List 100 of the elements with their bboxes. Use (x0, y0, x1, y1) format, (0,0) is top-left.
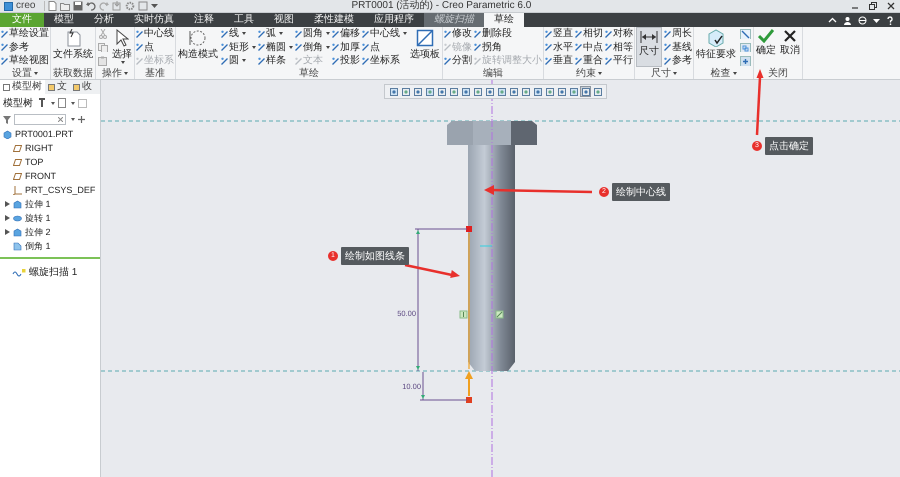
ribbon-button[interactable]: 参考 (1, 40, 49, 54)
ribbon-button[interactable]: 样条 (258, 54, 293, 68)
ribbon-button[interactable]: 中点 (575, 40, 603, 54)
view-tool-button[interactable] (532, 86, 543, 97)
regenerate-icon[interactable] (112, 1, 122, 11)
ribbon-button[interactable]: 特征要求 (695, 27, 737, 67)
view-tool-button[interactable] (460, 86, 471, 97)
tree-item[interactable]: FRONT (0, 169, 100, 183)
ribbon-button[interactable]: 水平 (545, 40, 573, 54)
ribbon-button[interactable]: 中心线 (362, 27, 407, 40)
restore-icon[interactable] (868, 1, 878, 11)
view-tool-button[interactable] (592, 86, 603, 97)
ribbon-tab[interactable]: 应用程序 (364, 13, 424, 27)
ribbon-button[interactable]: 点 (136, 40, 174, 54)
ribbon-button[interactable]: 坐标系 (362, 54, 407, 68)
ribbon-tab[interactable]: 柔性建模 (304, 13, 364, 27)
ribbon-button[interactable]: 投影 (332, 54, 360, 68)
view-tool-button[interactable] (544, 86, 555, 97)
constraint-icon[interactable] (460, 310, 468, 318)
view-tool-button[interactable] (412, 86, 423, 97)
group-menu-button[interactable]: 尺寸 (636, 68, 692, 79)
ribbon-button[interactable]: 草绘视图 (1, 54, 49, 68)
view-tool-button[interactable] (568, 86, 579, 97)
ribbon-button[interactable]: 圆角 (295, 27, 330, 40)
gear-icon[interactable] (125, 1, 136, 11)
filter-icon[interactable] (3, 116, 11, 124)
tree-item[interactable]: 拉伸 2 (0, 225, 100, 239)
tool-icon[interactable] (38, 98, 46, 108)
ribbon-button[interactable]: 修改 (444, 27, 472, 40)
ribbon-button[interactable]: 相切 (575, 27, 603, 40)
ribbon-button[interactable]: 矩形 (221, 40, 256, 54)
expand-arrow-icon[interactable] (5, 201, 10, 207)
tree-item[interactable]: 螺旋扫描 1 (0, 265, 100, 279)
view-tool-button[interactable] (484, 86, 495, 97)
view-tool-button[interactable] (424, 86, 435, 97)
tree-item[interactable]: PRT_CSYS_DEF (0, 183, 100, 197)
insert-marker[interactable] (0, 257, 100, 259)
ribbon-button[interactable]: 相等 (605, 40, 633, 54)
ribbon-button[interactable]: 文件系统 (52, 27, 94, 67)
tree-item[interactable]: TOP (0, 155, 100, 169)
ribbon-button[interactable]: 偏移 (332, 27, 360, 40)
ribbon-tab[interactable]: 实时仿真 (124, 13, 184, 27)
ribbon-tab[interactable]: 模型 (44, 13, 84, 27)
view-tool-button[interactable] (496, 86, 507, 97)
ribbon-button[interactable]: 确定 (755, 27, 777, 67)
clear-icon[interactable] (58, 117, 63, 122)
ribbon-button[interactable]: 构造模式 (177, 27, 219, 67)
ribbon-button[interactable]: 中心线 (136, 27, 174, 40)
scissors-icon[interactable] (98, 29, 108, 39)
ribbon-tab[interactable]: 草绘 (484, 13, 524, 27)
view-tool-button[interactable] (580, 86, 591, 97)
tree-item[interactable]: RIGHT (0, 141, 100, 155)
tree-item[interactable]: 倒角 1 (0, 239, 100, 253)
window-icon[interactable] (138, 1, 148, 11)
view-tool-button[interactable] (556, 86, 567, 97)
ribbon-button[interactable]: 基线 (664, 40, 692, 54)
document-icon[interactable] (58, 98, 66, 108)
person-icon[interactable] (843, 16, 852, 24)
panel-tab[interactable]: 收 (70, 80, 95, 94)
new-file-icon[interactable] (48, 1, 58, 11)
close-icon[interactable] (886, 1, 896, 11)
ribbon-tab[interactable]: 视图 (264, 13, 304, 27)
ribbon-button[interactable]: 平行 (605, 54, 633, 68)
expand-arrow-icon[interactable] (5, 215, 10, 221)
group-menu-button[interactable]: 设置 (1, 68, 49, 79)
ribbon-button[interactable]: 垂直 (545, 54, 573, 68)
ribbon-button[interactable]: 参考 (664, 54, 692, 68)
view-tool-button[interactable] (388, 86, 399, 97)
tree-item[interactable]: 旋转 1 (0, 211, 100, 225)
ribbon-tab[interactable]: 注释 (184, 13, 224, 27)
view-tool-button[interactable] (400, 86, 411, 97)
caret-icon[interactable] (71, 118, 75, 121)
ribbon-button[interactable]: 圆 (221, 54, 256, 68)
collapse-icon[interactable] (828, 16, 837, 24)
ribbon-button[interactable]: 竖直 (545, 27, 573, 40)
ribbon-button[interactable]: 周长 (664, 27, 692, 40)
view-tool-button[interactable] (436, 86, 447, 97)
plus-icon[interactable] (78, 116, 85, 123)
constraint-icon[interactable] (496, 310, 504, 318)
tree-item[interactable]: PRT0001.PRT (0, 127, 100, 141)
ribbon-button[interactable]: 选项板 (409, 27, 441, 67)
ribbon-button[interactable]: 倒角 (295, 40, 330, 54)
view-tool-button[interactable] (472, 86, 483, 97)
search-field[interactable] (14, 114, 66, 125)
ribbon-tab[interactable]: 工具 (224, 13, 264, 27)
group-menu-button[interactable]: 操作 (97, 68, 133, 79)
globe-icon[interactable] (858, 16, 867, 24)
view-tool-button[interactable] (448, 86, 459, 97)
ribbon-button[interactable]: 选择 (111, 27, 133, 67)
ribbon-button[interactable]: 对称 (605, 27, 633, 40)
undo-icon[interactable] (86, 1, 96, 11)
ribbon-button[interactable]: 椭圆 (258, 40, 293, 54)
ribbon-button[interactable]: 重合 (575, 54, 603, 68)
tree-menu-button[interactable]: 模型树 (3, 96, 33, 110)
ribbon-button[interactable]: 点 (362, 40, 407, 54)
tree-item[interactable]: 拉伸 1 (0, 197, 100, 211)
save-icon[interactable] (73, 1, 84, 11)
group-menu-button[interactable]: 检查 (695, 68, 752, 79)
expand-arrow-icon[interactable] (5, 229, 10, 235)
help-icon[interactable] (886, 16, 894, 24)
